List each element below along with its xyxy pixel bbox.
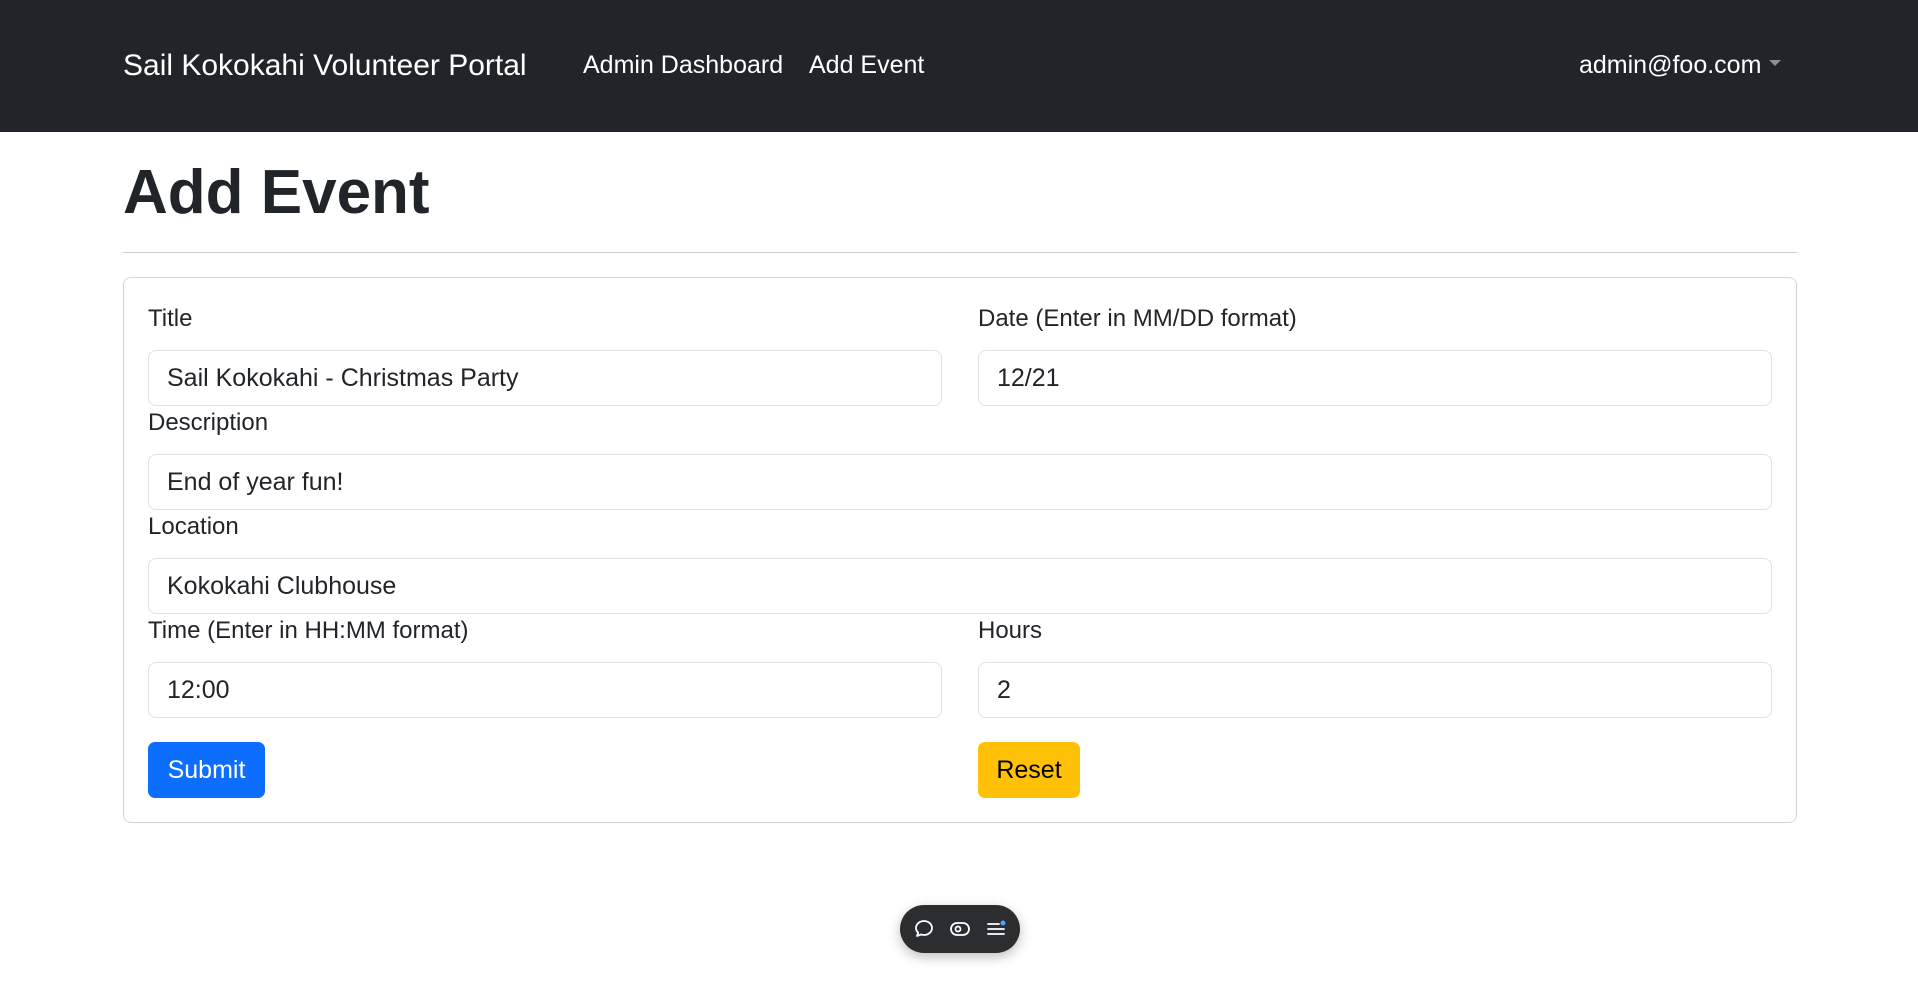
brand-link[interactable]: Sail Kokokahi Volunteer Portal (123, 46, 527, 86)
date-label: Date (Enter in MM/DD format) (978, 305, 1297, 332)
nav-link-admin-dashboard[interactable]: Admin Dashboard (583, 48, 783, 82)
user-menu-dropdown[interactable]: admin@foo.com (1579, 48, 1782, 82)
eye-icon[interactable] (948, 917, 972, 941)
menu-icon[interactable] (984, 917, 1008, 941)
time-input[interactable] (148, 662, 942, 718)
caret-down-icon (1769, 60, 1782, 67)
location-label: Location (148, 513, 239, 540)
top-navbar: Sail Kokokahi Volunteer Portal Admin Das… (0, 0, 1918, 132)
time-label: Time (Enter in HH:MM format) (148, 617, 469, 644)
hours-input[interactable] (978, 662, 1772, 718)
reset-button[interactable]: Reset (978, 742, 1080, 798)
floating-toolbar (900, 905, 1020, 953)
description-input[interactable] (148, 454, 1772, 510)
nav-link-add-event[interactable]: Add Event (809, 48, 924, 82)
date-input[interactable] (978, 350, 1772, 406)
page-title: Add Event (123, 158, 430, 227)
description-label: Description (148, 409, 269, 436)
title-input[interactable] (148, 350, 942, 406)
hours-label: Hours (978, 617, 1043, 644)
submit-button[interactable]: Submit (148, 742, 265, 798)
chat-icon[interactable] (912, 917, 936, 941)
user-email: admin@foo.com (1579, 51, 1762, 79)
title-divider (123, 252, 1797, 253)
location-input[interactable] (148, 558, 1772, 614)
title-label: Title (148, 305, 193, 332)
